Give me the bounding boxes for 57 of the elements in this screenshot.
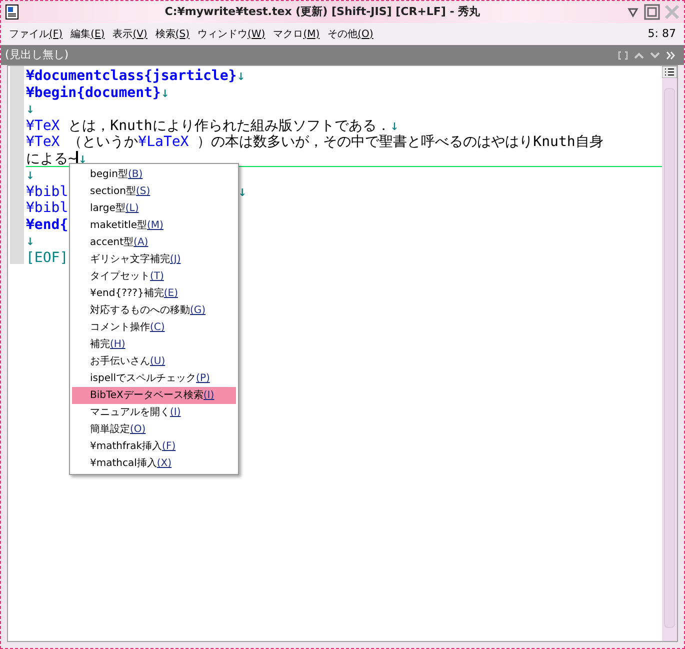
menu-item[interactable]: 編集(E)	[66, 26, 109, 42]
double-chevron-icon[interactable]	[666, 50, 676, 60]
body-text: による~	[26, 150, 76, 166]
newline-mark: ↓	[160, 84, 170, 100]
newline-mark: ↓	[236, 68, 246, 84]
body-text: とは，Knuthにより作られた組み版ソフトである．	[67, 118, 390, 134]
context-menu-item[interactable]: BibTeXデータベース検索(I)	[72, 387, 236, 404]
latex-command: ¥LaTeX	[138, 134, 189, 150]
list-icon[interactable]	[662, 66, 677, 78]
context-menu-item[interactable]: マニュアルを開く(I)	[72, 404, 236, 421]
heading-title: (見出し無し)	[5, 46, 69, 63]
window-title: C:¥mywrite¥test.tex (更新) [Shift-JIS] [CR+LF] - 秀丸	[164, 4, 482, 20]
newline-mark: ↓	[390, 118, 399, 134]
context-menu-item[interactable]: ギリシャ文字補完(J)	[72, 251, 236, 268]
context-menu-item[interactable]: 対応するものへの移動(G)	[72, 302, 236, 319]
context-menu-item[interactable]: accent型(A)	[72, 234, 236, 251]
menu-item[interactable]: その他(O)	[324, 26, 378, 42]
up-icon[interactable]	[634, 50, 644, 60]
latex-command: ¥documentclass{jsarticle}	[26, 68, 237, 84]
menu-item[interactable]: マクロ(M)	[269, 26, 324, 42]
latex-command: ¥TeX	[26, 134, 60, 150]
context-menu-item[interactable]: begin型(B)	[72, 166, 236, 183]
body-text: （というか	[67, 134, 138, 150]
context-menu-item[interactable]: ¥end{???}補完(E)	[72, 285, 236, 302]
context-menu-item[interactable]: ¥mathfrak挿入(F)	[72, 438, 236, 455]
newline-mark: ↓	[26, 233, 34, 249]
newline-mark: ↓	[26, 167, 34, 183]
context-menu-item[interactable]: コメント操作(C)	[72, 319, 236, 336]
context-menu-item[interactable]: maketitle型(M)	[72, 217, 236, 234]
cursor-position: 5: 87	[648, 26, 677, 42]
newline-mark: ↓	[26, 101, 34, 117]
context-menu-item[interactable]: ispellでスペルチェック(P)	[72, 370, 236, 387]
context-menu-item[interactable]: ¥mathcal挿入(X)	[72, 455, 236, 472]
latex-command: ¥bibl	[26, 184, 68, 200]
menu-item[interactable]: 表示(V)	[108, 26, 152, 42]
scrollbar[interactable]	[662, 66, 677, 641]
latex-command: ¥begin{document}	[26, 84, 161, 100]
context-menu-item[interactable]: お手伝いさん(U)	[72, 353, 236, 370]
newline-mark: ↓	[78, 150, 87, 166]
document-icon	[5, 4, 19, 20]
context-menu-item[interactable]: 簡単設定(O)	[72, 421, 236, 438]
menu-item[interactable]: ファイル(F)	[5, 26, 67, 42]
menu-item[interactable]: ウィンドウ(W)	[194, 26, 270, 42]
latex-command: ¥bibl	[26, 200, 68, 216]
menu-item[interactable]: 検索(S)	[151, 26, 194, 42]
latex-command: ¥TeX	[26, 118, 60, 134]
context-menu-item[interactable]: section型(S)	[72, 183, 236, 200]
maximize-icon[interactable]	[644, 4, 660, 20]
latex-command: ¥end{	[26, 216, 68, 232]
context-menu-item[interactable]: large型(L)	[72, 200, 236, 217]
eof-mark: [EOF]	[26, 250, 68, 266]
context-menu-item[interactable]: タイプセット(T)	[72, 268, 236, 285]
newline-mark: ↓	[238, 184, 247, 200]
down-icon[interactable]	[650, 50, 660, 60]
context-menu-item[interactable]: 補完(H)	[72, 336, 236, 353]
body-text: ）の本は数多いが，その中で聖書と呼べるのはやはりKnuth自身	[196, 134, 604, 150]
brackets-icon[interactable]	[618, 50, 628, 60]
